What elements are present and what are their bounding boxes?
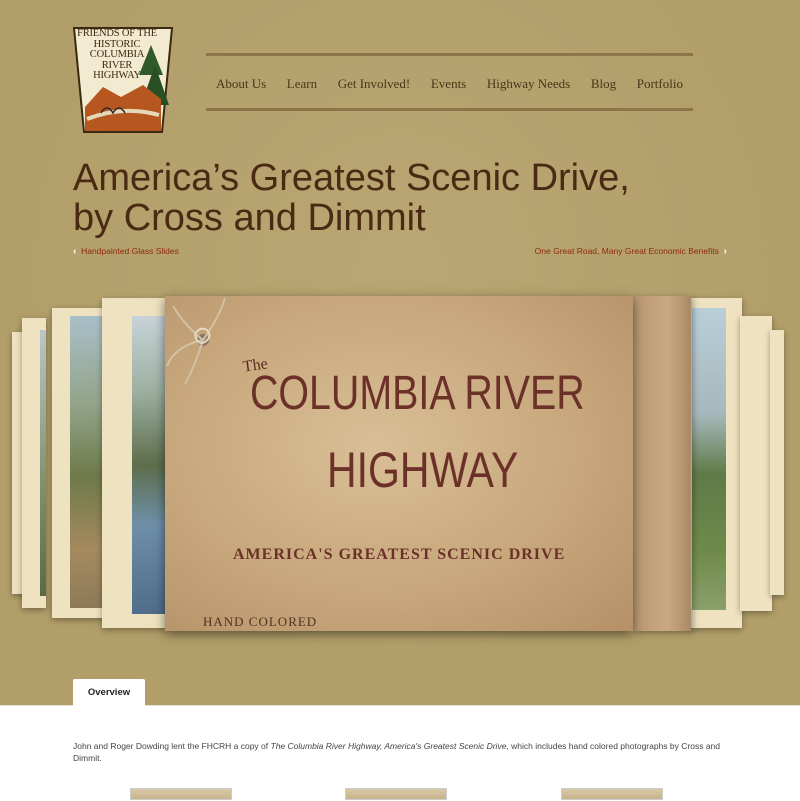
gallery-slide[interactable]: [52, 308, 106, 618]
book-spine: [633, 296, 691, 631]
gallery-thumbnail[interactable]: [345, 788, 447, 800]
string-tie-icon: [166, 297, 226, 385]
gallery-slide[interactable]: [690, 298, 742, 628]
nav-bottom-rule: [206, 108, 693, 111]
nav-item-get-involved[interactable]: Get Involved!: [338, 76, 411, 92]
desc-text: John and Roger Dowding lent the FHCRH a …: [73, 741, 271, 751]
next-post-label: One Great Road, Many Great Economic Bene…: [534, 246, 719, 256]
gallery-slide[interactable]: [102, 298, 166, 628]
desc-book-title: The Columbia River Highway, America's Gr…: [270, 741, 507, 751]
logo-line: FRIENDS OF THE: [77, 28, 157, 39]
logo-line: HIGHWAY: [93, 70, 141, 81]
gallery-thumbnail[interactable]: [561, 788, 663, 800]
nav-top-rule: [206, 53, 693, 56]
gallery-photo: [692, 308, 726, 610]
gallery-slide[interactable]: [22, 318, 46, 608]
main-nav: About Us Learn Get Involved! Events High…: [206, 70, 693, 98]
page-title: America’s Greatest Scenic Drive, by Cros…: [73, 158, 753, 238]
cover-subtitle: AMERICA'S GREATEST SCENIC DRIVE: [233, 546, 566, 563]
cover-title-line2: HIGHWAY: [327, 442, 519, 498]
chevron-left-icon: ‹: [73, 246, 77, 257]
gallery-slide[interactable]: [740, 316, 772, 611]
nav-item-learn[interactable]: Learn: [287, 76, 317, 92]
prev-post-link[interactable]: ‹ Handpainted Glass Slides: [73, 246, 179, 257]
next-post-link[interactable]: One Great Road, Many Great Economic Bene…: [535, 246, 727, 257]
gallery-photo: [70, 316, 106, 608]
nav-item-events[interactable]: Events: [431, 76, 466, 92]
gallery-photo: [40, 330, 46, 596]
nav-item-portfolio[interactable]: Portfolio: [637, 76, 683, 92]
chevron-right-icon: ›: [723, 246, 727, 257]
page-title-line: by Cross and Dimmit: [73, 197, 426, 239]
prev-post-label: Handpainted Glass Slides: [81, 246, 179, 256]
nav-item-highway-needs[interactable]: Highway Needs: [487, 76, 570, 92]
gallery-slide[interactable]: [770, 330, 784, 595]
page-title-line: America’s Greatest Scenic Drive,: [73, 157, 630, 199]
nav-item-blog[interactable]: Blog: [591, 76, 616, 92]
gallery-photo: [132, 316, 166, 614]
logo-text: FRIENDS OF THE HISTORIC COLUMBIA RIVER H…: [73, 28, 161, 82]
nav-item-about-us[interactable]: About Us: [216, 76, 266, 92]
site-logo[interactable]: FRIENDS OF THE HISTORIC COLUMBIA RIVER H…: [72, 27, 174, 133]
gallery-thumbnail[interactable]: [130, 788, 232, 800]
cover-title-line1: COLUMBIA RIVER: [250, 367, 585, 420]
cover-hand-colored: HAND COLORED: [203, 614, 318, 629]
logo-line: COLUMBIA: [89, 49, 145, 60]
tab-overview[interactable]: Overview: [73, 679, 145, 706]
overview-description: John and Roger Dowding lent the FHCRH a …: [73, 740, 733, 764]
